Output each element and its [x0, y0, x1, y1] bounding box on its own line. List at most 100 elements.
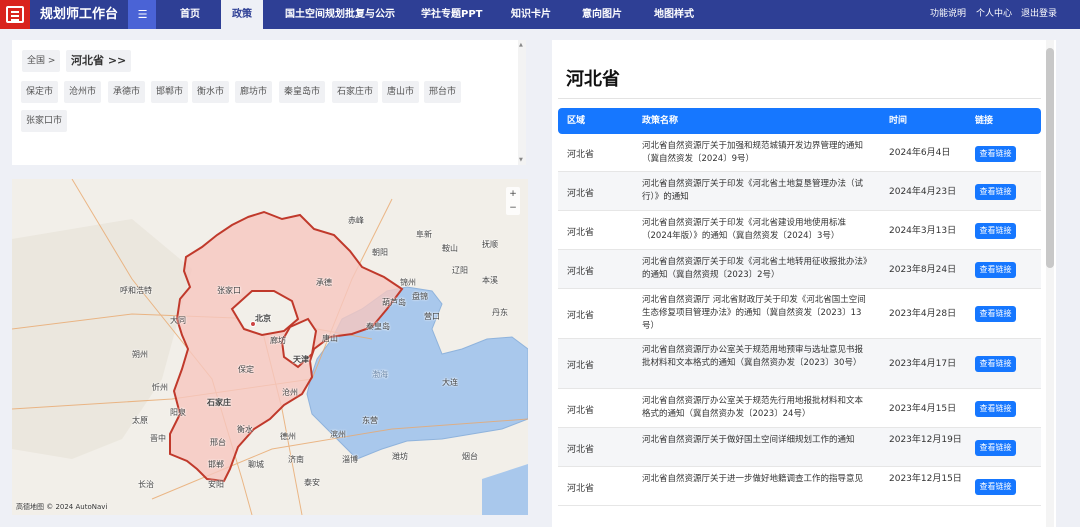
table-row: 河北省 河北省自然资源厅关于进一步做好地籍调查工作的指导意见 2023年12月1…: [558, 467, 1041, 506]
view-link-button[interactable]: 查看链接: [975, 223, 1016, 239]
filter-scrollbar[interactable]: [518, 40, 526, 165]
map-label: 大连: [442, 378, 458, 387]
nav-tab-map-styles[interactable]: 地图样式: [654, 0, 694, 29]
province-map[interactable]: 呼和浩特 张家口 北京 承德 唐山 秦皇岛 廊坊 天津 保定 沧州 石家庄 衡水…: [12, 179, 528, 515]
top-nav-bar: 规划师工作台 ☰ 首页 政策 国土空间规划批复与公示 学社专题PPT 知识卡片 …: [0, 0, 1080, 29]
table-row: 河北省 河北省自然资源厅办公室关于规范用地预审与选址意见书报批材料和文本格式的通…: [558, 339, 1041, 389]
app-brand[interactable]: 规划师工作台: [40, 0, 118, 29]
map-label: 锦州: [400, 278, 416, 287]
map-label: 承德: [316, 278, 332, 287]
map-label: 抚顺: [482, 240, 498, 249]
cell-policy-name[interactable]: 河北省自然资源厅办公室关于规范先行用地报批材料和文本格式的通知（冀自然资办发〔2…: [642, 395, 870, 421]
help-link[interactable]: 功能说明: [930, 0, 966, 29]
map-label: 东营: [362, 416, 378, 425]
map-label: 济南: [288, 455, 304, 464]
zoom-in-icon[interactable]: +: [506, 187, 520, 201]
column-header-name: 政策名称: [642, 116, 679, 126]
page-title: 河北省: [566, 69, 620, 90]
city-chip[interactable]: 保定市: [21, 81, 59, 103]
app-logo[interactable]: [0, 0, 30, 29]
cell-time: 2023年4月17日: [889, 359, 957, 369]
map-label: 太原: [132, 416, 148, 425]
nav-tab-ppt[interactable]: 学社专题PPT: [421, 0, 482, 29]
city-chip[interactable]: 廊坊市: [235, 81, 273, 103]
view-link-button[interactable]: 查看链接: [975, 440, 1016, 456]
cell-region: 河北省: [567, 150, 595, 160]
view-link-button[interactable]: 查看链接: [975, 146, 1016, 162]
cell-region: 河北省: [567, 267, 595, 277]
table-row: 河北省 河北省自然资源厅关于印发《河北省土地复垦管理办法（试行）》的通知 202…: [558, 172, 1041, 211]
map-label: 石家庄: [207, 398, 231, 407]
cell-region: 河北省: [567, 406, 595, 416]
map-label: 辽阳: [452, 266, 468, 275]
table-scrollbar-thumb[interactable]: [1046, 48, 1054, 268]
table-row: 河北省 河北省自然资源厅关于做好国土空间详细规划工作的通知 2023年12月19…: [558, 428, 1041, 467]
nav-tab-home[interactable]: 首页: [180, 0, 200, 29]
city-chip[interactable]: 石家庄市: [332, 81, 379, 103]
map-canvas: [12, 179, 528, 515]
map-label: 葫芦岛: [382, 298, 406, 307]
table-row: 河北省 河北省自然资源厅 河北省财政厅关于印发《河北省国土空间生态修复项目管理办…: [558, 289, 1041, 339]
nav-tab-policy[interactable]: 政策: [221, 0, 263, 29]
cell-region: 河北省: [567, 311, 595, 321]
zoom-out-icon[interactable]: −: [506, 201, 520, 215]
map-label: 烟台: [462, 452, 478, 461]
city-chip[interactable]: 唐山市: [382, 81, 420, 103]
nav-tab-knowledge-cards[interactable]: 知识卡片: [511, 0, 551, 29]
city-chip[interactable]: 秦皇岛市: [279, 81, 326, 103]
map-label: 廊坊: [270, 336, 286, 345]
map-label: 天津: [293, 355, 309, 364]
view-link-button[interactable]: 查看链接: [975, 262, 1016, 278]
map-label: 朔州: [132, 350, 148, 359]
cell-policy-name[interactable]: 河北省自然资源厅关于印发《河北省建设用地使用标准（2024年版）》的通知（冀自然…: [642, 217, 870, 243]
cell-time: 2023年4月15日: [889, 404, 957, 414]
cell-policy-name[interactable]: 河北省自然资源厅关于进一步做好地籍调查工作的指导意见: [642, 473, 870, 486]
terrain-shading: [12, 219, 192, 459]
view-link-button[interactable]: 查看链接: [975, 356, 1016, 372]
cell-region: 河北省: [567, 445, 595, 455]
city-chip[interactable]: 邯郸市: [151, 81, 189, 103]
cell-policy-name[interactable]: 河北省自然资源厅关于印发《河北省土地复垦管理办法（试行）》的通知: [642, 178, 870, 204]
cell-time: 2023年12月19日: [889, 435, 962, 445]
map-label: 潍坊: [392, 452, 408, 461]
map-label: 保定: [238, 365, 254, 374]
city-chip[interactable]: 承德市: [108, 81, 146, 103]
logout-link[interactable]: 退出登录: [1021, 0, 1057, 29]
nav-tab-images[interactable]: 意向图片: [582, 0, 622, 29]
map-label: 聊城: [248, 460, 264, 469]
map-label: 北京: [255, 314, 271, 323]
view-link-button[interactable]: 查看链接: [975, 306, 1016, 322]
cell-policy-name[interactable]: 河北省自然资源厅关于加强和规范城镇开发边界管理的通知（冀自然资发〔2024〕9号…: [642, 140, 870, 166]
city-chip[interactable]: 衡水市: [192, 81, 230, 103]
map-label: 营口: [424, 312, 440, 321]
map-label: 邯郸: [208, 460, 224, 469]
map-zoom-control[interactable]: + −: [506, 187, 520, 215]
yellow-sea: [482, 464, 528, 515]
cell-time: 2023年12月15日: [889, 474, 962, 484]
view-link-button[interactable]: 查看链接: [975, 184, 1016, 200]
cell-policy-name[interactable]: 河北省自然资源厅办公室关于规范用地预审与选址意见书报批材料和文本格式的通知（冀自…: [642, 344, 870, 370]
table-row: 河北省 河北省自然资源厅关于加强和规范城镇开发边界管理的通知（冀自然资发〔202…: [558, 134, 1041, 172]
map-label: 本溪: [482, 276, 498, 285]
cell-region: 河北省: [567, 189, 595, 199]
profile-link[interactable]: 个人中心: [976, 0, 1012, 29]
view-link-button[interactable]: 查看链接: [975, 479, 1016, 495]
city-chip[interactable]: 沧州市: [64, 81, 102, 103]
region-filter-panel: 全国 > 河北省 >> 保定市 沧州市 承德市 邯郸市 衡水市 廊坊市 秦皇岛市…: [12, 40, 526, 165]
map-label: 忻州: [152, 383, 168, 392]
breadcrumb-province[interactable]: 河北省 >>: [66, 50, 132, 72]
map-label: 唐山: [322, 334, 338, 343]
cell-policy-name[interactable]: 河北省自然资源厅关于做好国土空间详细规划工作的通知: [642, 434, 870, 447]
view-link-button[interactable]: 查看链接: [975, 401, 1016, 417]
nav-tab-planning-approval[interactable]: 国土空间规划批复与公示: [285, 0, 395, 29]
map-label: 德州: [280, 432, 296, 441]
capital-marker: [250, 321, 256, 327]
cell-policy-name[interactable]: 河北省自然资源厅关于印发《河北省土地转用征收报批办法》的通知（冀自然资规〔202…: [642, 256, 870, 282]
map-label: 邢台: [210, 438, 226, 447]
map-label: 渤海: [372, 370, 388, 379]
city-chip[interactable]: 邢台市: [424, 81, 462, 103]
city-chip[interactable]: 张家口市: [21, 110, 68, 132]
cell-policy-name[interactable]: 河北省自然资源厅 河北省财政厅关于印发《河北省国土空间生态修复项目管理办法》的通…: [642, 294, 870, 333]
breadcrumb-national[interactable]: 全国 >: [22, 50, 61, 72]
menu-toggle-button[interactable]: ☰: [128, 0, 156, 29]
